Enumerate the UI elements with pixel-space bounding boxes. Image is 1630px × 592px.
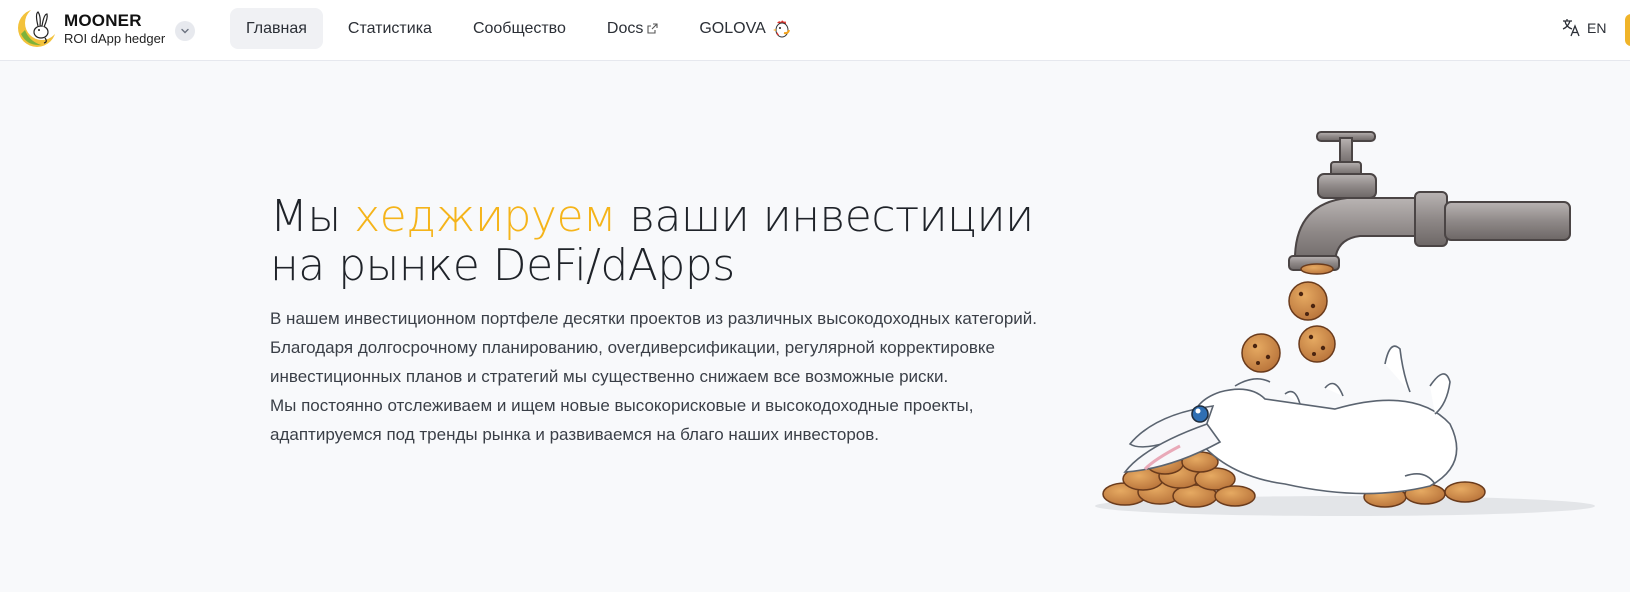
hero-title-post: ваши инвестиции [615,191,1034,242]
hero-text-line: Благодаря долгосрочному планированию, ov… [270,338,996,357]
nav-home-label: Главная [246,19,307,37]
nav-stats-label: Статистика [347,19,432,37]
nav-stats[interactable]: Статистика [332,8,448,49]
external-link-icon [647,23,658,34]
chevron-down-icon [181,28,189,34]
hero-section: Мы хеджируем ваши инвестиции на рынке De… [270,192,1070,449]
hero-title-pre: Мы [270,191,355,242]
hero-text-line: инвестиционных планов и стратегий мы сущ… [270,367,949,386]
hero-text-line: адаптируемся под тренды рынка и развивае… [270,425,880,444]
rabbit-faucet-illustration [1095,131,1595,516]
main-nav: Главная Статистика Сообщество Docs GOLOV… [230,8,817,49]
hero-text-line: Мы постоянно отслеживаем и ищем новые вы… [270,396,974,415]
nav-home[interactable]: Главная [230,8,323,49]
brand-menu-toggle[interactable] [175,21,195,41]
hero-title: Мы хеджируем ваши инвестиции на рынке De… [270,192,1070,290]
nav-golova-label: GOLOVA [699,19,766,37]
nav-docs[interactable]: Docs [591,8,674,49]
hero-text-line: В нашем инвестиционном портфеле десятки … [270,309,1037,328]
connect-wallet-button-edge[interactable] [1625,14,1630,46]
brand-name: MOONER [64,10,142,30]
nav-docs-label: Docs [606,19,644,37]
language-switcher[interactable]: EN [1562,18,1606,37]
brand-logo[interactable]: MOONER ROI dApp hedger [17,8,165,48]
nav-community-label: Сообщество [472,19,566,37]
hero-description: В нашем инвестиционном портфеле десятки … [270,304,1070,449]
language-label: EN [1587,19,1607,36]
rooster-icon [772,19,792,39]
hero-title-accent: хеджируем [354,191,616,242]
translate-icon [1562,19,1580,37]
faucet-graphic [1288,131,1571,271]
falling-cookies [1241,263,1336,373]
nav-golova[interactable]: GOLOVA [683,8,807,49]
top-header: MOONER ROI dApp hedger Главная Статистик… [0,0,1630,61]
hero-title-line2: на рынке DeFi/dApps [270,240,735,291]
nav-community[interactable]: Сообщество [457,8,582,49]
brand-tagline: ROI dApp hedger [64,30,166,46]
moon-rabbit-icon [18,8,57,47]
